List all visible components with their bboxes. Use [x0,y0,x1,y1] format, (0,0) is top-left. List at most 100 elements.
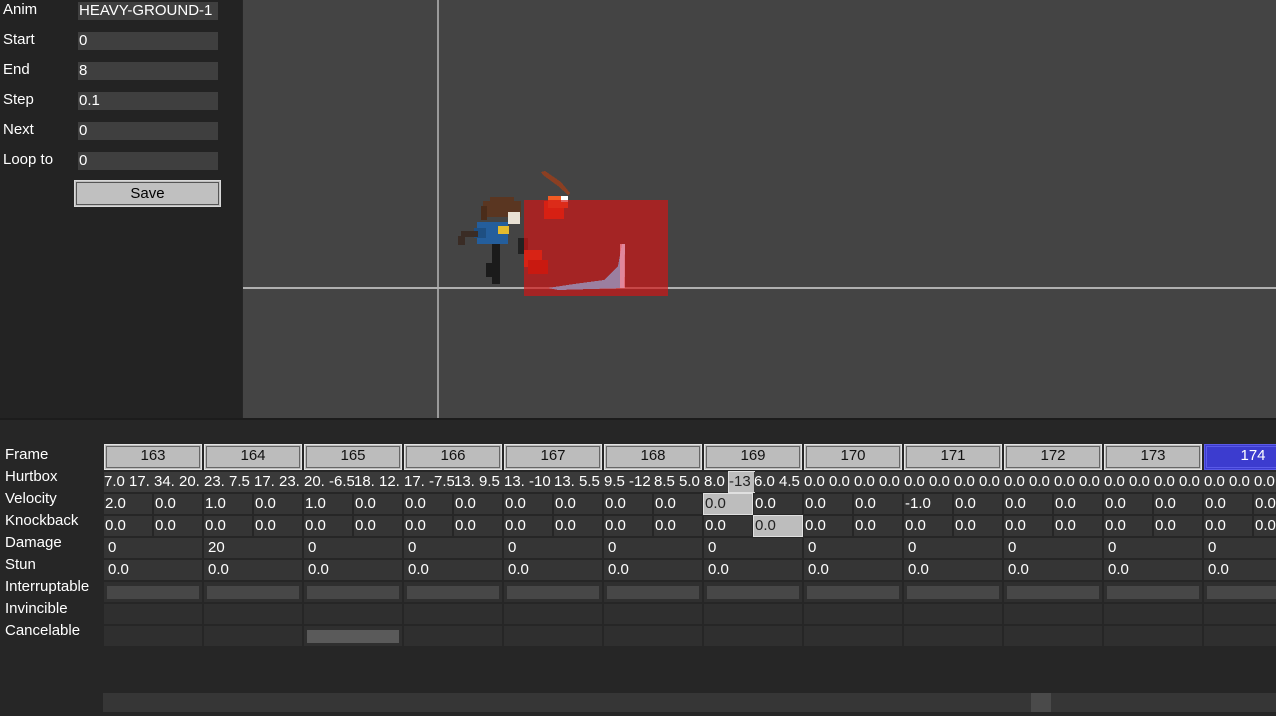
knockback-cell[interactable]: 0.0 [454,516,502,536]
knockback-cell[interactable]: 0.0 [654,516,702,536]
hurtbox-cell[interactable]: -13 [728,471,755,493]
knockback-cell[interactable]: 0.0 [154,516,202,536]
hurtbox-cell[interactable]: -6.5 [329,472,354,492]
hurtbox-cell[interactable]: 0.0 [1254,472,1276,492]
velocity-cell[interactable]: -1.0 [904,494,952,514]
knockback-cell[interactable]: 0.0 [1004,516,1052,536]
hurtbox-cell[interactable]: 0.0 [1154,472,1179,492]
stun-cell[interactable]: 0.0 [404,560,502,580]
hurtbox-cell[interactable]: 0.0 [829,472,854,492]
frame-button[interactable]: 164 [204,444,302,470]
cancelable-cell[interactable] [404,626,502,646]
hurtbox-cell[interactable]: 12. [379,472,404,492]
velocity-cell[interactable]: 0.0 [154,494,202,514]
knockback-cell[interactable]: 0.0 [504,516,552,536]
hurtbox-cell[interactable]: 23. [204,472,229,492]
invincible-cell[interactable] [504,604,602,624]
hurtbox-cell[interactable]: -12 [629,472,654,492]
velocity-cell[interactable]: 0.0 [954,494,1002,514]
knockback-cell[interactable]: 0.0 [1154,516,1202,536]
stun-cell[interactable]: 0.0 [104,560,202,580]
invincible-cell[interactable] [1004,604,1102,624]
start-input[interactable] [78,32,218,50]
velocity-cell[interactable]: 2.0 [104,494,152,514]
frame-button[interactable]: 169 [704,444,802,470]
stun-cell[interactable]: 0.0 [904,560,1002,580]
damage-cell[interactable]: 0 [604,538,702,558]
knockback-cell[interactable]: 0.0 [1204,516,1252,536]
hurtbox-cell[interactable]: 7.5 [229,472,254,492]
invincible-cell[interactable] [604,604,702,624]
hurtbox-cell[interactable]: 0.0 [854,472,879,492]
hurtbox-cell[interactable]: 0.0 [1054,472,1079,492]
invincible-cell[interactable] [404,604,502,624]
interruptable-checkbox[interactable] [407,586,499,599]
hurtbox-cell[interactable]: -10 [529,472,554,492]
stun-cell[interactable]: 0.0 [1204,560,1276,580]
interruptable-checkbox[interactable] [1107,586,1199,599]
velocity-cell[interactable]: 0.0 [703,493,753,515]
stun-cell[interactable]: 0.0 [1104,560,1202,580]
interruptable-checkbox[interactable] [507,586,599,599]
velocity-cell[interactable]: 0.0 [804,494,852,514]
hurtbox-cell[interactable]: 0.0 [979,472,1004,492]
knockback-cell[interactable]: 0.0 [204,516,252,536]
interruptable-checkbox[interactable] [807,586,899,599]
knockback-cell[interactable]: 0.0 [104,516,152,536]
stun-cell[interactable]: 0.0 [1004,560,1102,580]
velocity-cell[interactable]: 1.0 [304,494,352,514]
knockback-cell[interactable]: 0.0 [854,516,902,536]
frame-button[interactable]: 163 [104,444,202,470]
interruptable-checkbox[interactable] [107,586,199,599]
damage-cell[interactable]: 0 [1204,538,1276,558]
damage-cell[interactable]: 0 [504,538,602,558]
hurtbox-cell[interactable]: 23. [279,472,304,492]
next-input[interactable] [78,122,218,140]
interruptable-checkbox[interactable] [1007,586,1099,599]
velocity-cell[interactable]: 0.0 [1004,494,1052,514]
damage-cell[interactable]: 0 [804,538,902,558]
knockback-cell[interactable]: 0.0 [1054,516,1102,536]
hurtbox-cell[interactable]: -7.5 [429,472,454,492]
interruptable-checkbox[interactable] [207,586,299,599]
save-button[interactable]: Save [74,180,221,207]
interruptable-checkbox[interactable] [707,586,799,599]
hurtbox-cell[interactable]: 0.0 [1229,472,1254,492]
damage-cell[interactable]: 0 [1004,538,1102,558]
step-input[interactable] [78,92,218,110]
velocity-cell[interactable]: 0.0 [1054,494,1102,514]
hurtbox-cell[interactable]: 0.0 [1004,472,1029,492]
velocity-cell[interactable]: 0.0 [254,494,302,514]
hurtbox-cell[interactable]: 0.0 [929,472,954,492]
frame-button[interactable]: 172 [1004,444,1102,470]
velocity-cell[interactable]: 0.0 [404,494,452,514]
damage-cell[interactable]: 0 [704,538,802,558]
timeline-scrollbar[interactable] [103,693,1276,712]
invincible-cell[interactable] [1204,604,1276,624]
frame-button[interactable]: 168 [604,444,702,470]
damage-cell[interactable]: 0 [1104,538,1202,558]
hurtbox-cell[interactable]: 0.0 [1179,472,1204,492]
stun-cell[interactable]: 0.0 [304,560,402,580]
invincible-cell[interactable] [704,604,802,624]
knockback-cell[interactable]: 0.0 [404,516,452,536]
hurtbox-cell[interactable]: 8.5 [654,472,679,492]
hurtbox-cell[interactable]: 13. [554,472,579,492]
hurtbox-cell[interactable]: 20. [179,472,204,492]
hurtbox-cell[interactable]: 5.5 [579,472,604,492]
hurtbox-cell[interactable]: 18. [354,472,379,492]
cancelable-cell[interactable] [504,626,602,646]
hurtbox-cell[interactable]: 0.0 [904,472,929,492]
hurtbox-cell[interactable]: 13. [504,472,529,492]
knockback-cell[interactable]: 0.0 [1254,516,1276,536]
stun-cell[interactable]: 0.0 [704,560,802,580]
damage-cell[interactable]: 0 [104,538,202,558]
knockback-cell[interactable]: 0.0 [1104,516,1152,536]
end-input[interactable] [78,62,218,80]
hurtbox-cell[interactable]: 0.0 [1029,472,1054,492]
velocity-cell[interactable]: 0.0 [1154,494,1202,514]
knockback-cell[interactable]: 0.0 [954,516,1002,536]
knockback-cell[interactable]: 0.0 [354,516,402,536]
hurtbox-cell[interactable]: 13. [454,472,479,492]
stun-cell[interactable]: 0.0 [504,560,602,580]
